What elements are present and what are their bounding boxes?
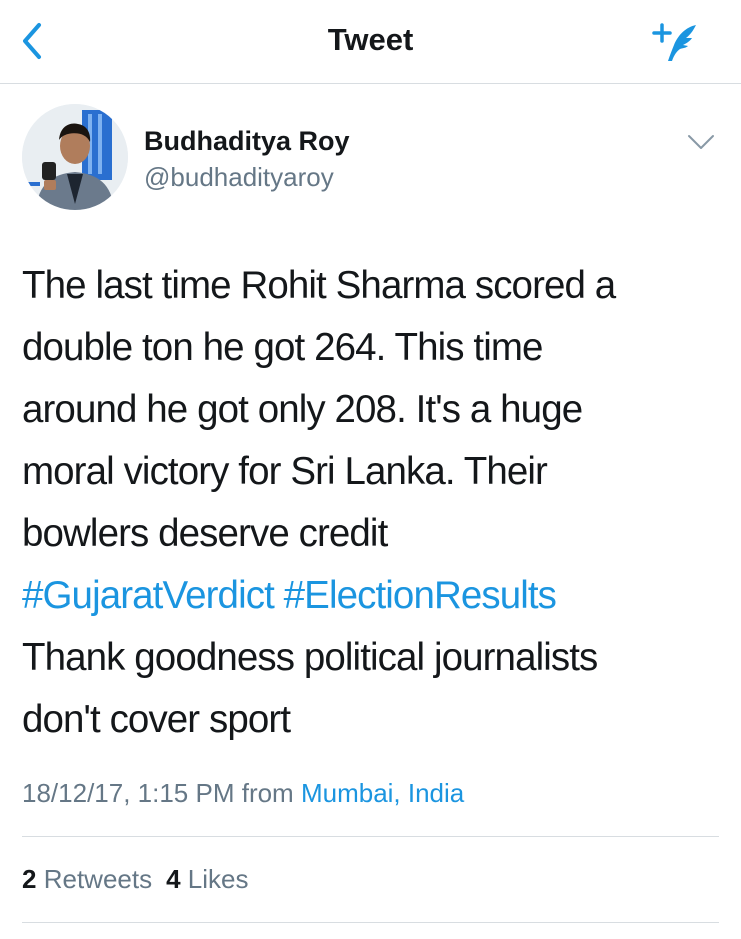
retweets-stat[interactable]: 2 Retweets (22, 864, 152, 894)
tweet-text-line: double ton he got 264. This time (22, 326, 543, 369)
chevron-down-icon (688, 135, 714, 149)
divider (22, 922, 719, 923)
retweets-count: 2 (22, 864, 37, 894)
tweet-stats: 2 Retweets 4 Likes (22, 864, 249, 895)
tweet-text-line: Thank goodness political journalists (22, 636, 598, 679)
tweet-text-line: don't cover sport (22, 698, 291, 741)
hashtag-link[interactable]: #ElectionResults (284, 574, 557, 617)
tweet-text-line: moral victory for Sri Lanka. Their (22, 450, 548, 493)
tweet-text-line: bowlers deserve credit (22, 512, 388, 555)
likes-count: 4 (166, 864, 181, 894)
likes-label: Likes (187, 864, 249, 894)
retweets-label: Retweets (43, 864, 153, 894)
compose-tweet-button[interactable] (646, 18, 706, 66)
compose-tweet-icon (652, 23, 696, 61)
tweet-meta: 18/12/17, 1:15 PM from Mumbai, India (22, 778, 464, 809)
likes-stat[interactable]: 4 Likes (166, 864, 248, 894)
from-label: from (241, 778, 294, 808)
tweet-timestamp: 18/12/17, 1:15 PM (22, 778, 235, 808)
tweet-menu-button[interactable] (684, 128, 718, 156)
tweet-text-line: The last time Rohit Sharma scored a (22, 264, 616, 307)
author-name[interactable]: Budhaditya Roy (144, 126, 350, 157)
tweet-location-link[interactable]: Mumbai, India (301, 778, 464, 808)
page-title: Tweet (327, 22, 414, 57)
hashtag-line: #GujaratVerdict #ElectionResults (22, 565, 722, 627)
tweet-detail-screen: Tweet Budhaditya Roy @budhadityaroy The … (0, 0, 741, 939)
tweet-text-line: around he got only 208. It's a huge (22, 388, 583, 431)
avatar[interactable] (22, 104, 128, 210)
tweet-author: Budhaditya Roy @budhadityaroy (22, 104, 722, 216)
divider (22, 836, 719, 837)
navigation-bar: Tweet (0, 0, 741, 84)
avatar-image (22, 104, 128, 210)
author-handle[interactable]: @budhadityaroy (144, 162, 334, 193)
hashtag-link[interactable]: #GujaratVerdict (22, 574, 275, 617)
tweet-text: The last time Rohit Sharma scored a doub… (22, 255, 722, 751)
